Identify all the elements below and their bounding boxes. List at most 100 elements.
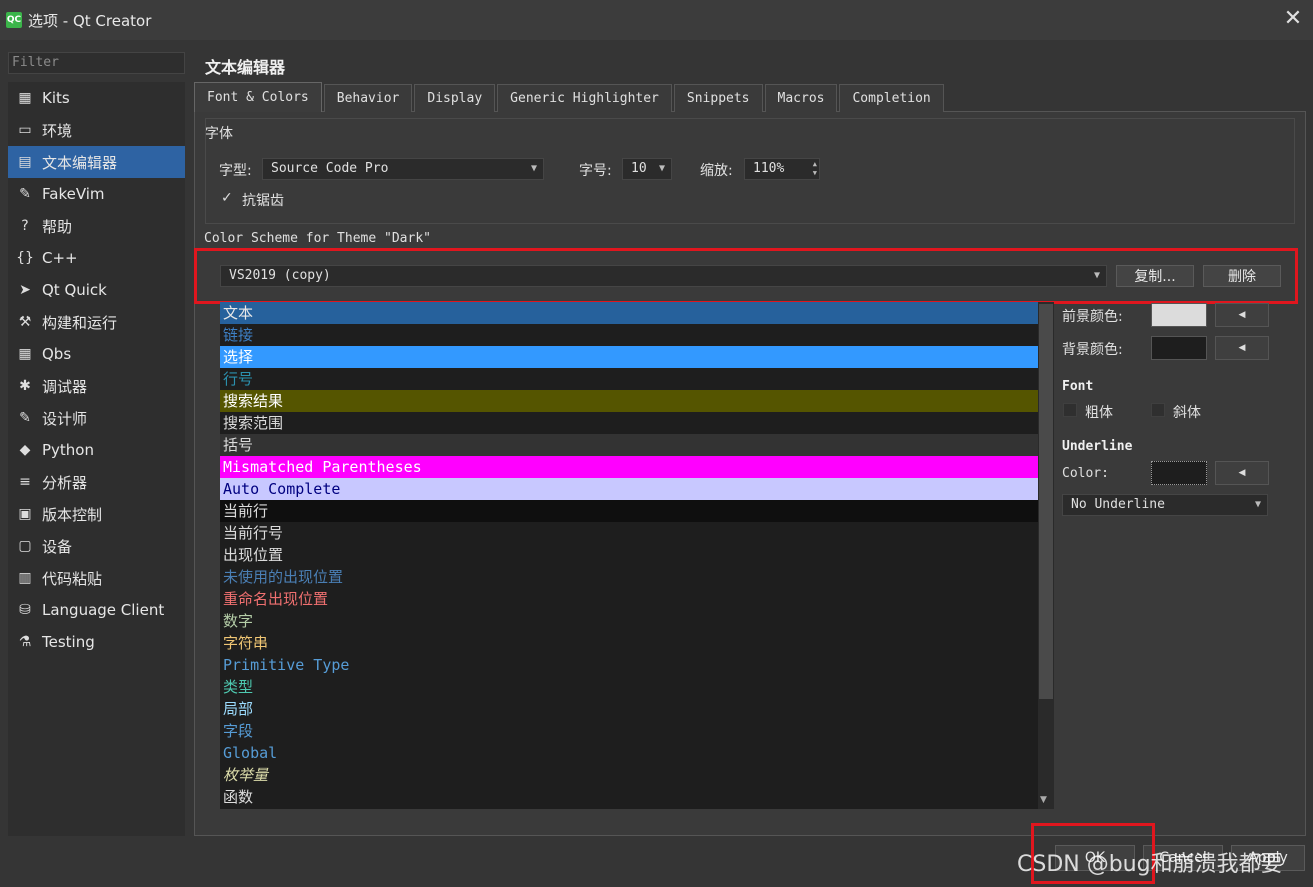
font-size-combo[interactable]: 10 ▼	[622, 158, 672, 180]
font-family-value: Source Code Pro	[271, 161, 389, 176]
fakevim-icon: ✎	[19, 186, 31, 202]
color-item-row[interactable]: Mismatched Parentheses	[220, 456, 1038, 478]
sidebar-item[interactable]: ▤ 文本编辑器	[8, 146, 185, 178]
antialias-checkbox[interactable]: ✓	[221, 190, 233, 206]
color-item-row[interactable]: 文本	[220, 302, 1038, 324]
version-control-icon: ▣	[18, 506, 32, 522]
text-editor-icon: ▤	[18, 154, 32, 170]
scroll-down-icon[interactable]: ▼	[1040, 795, 1047, 805]
color-item-row[interactable]: 枚举量	[220, 764, 1038, 786]
sidebar-item-label: 环境	[42, 121, 73, 140]
sidebar-item[interactable]: ▦ Qbs	[8, 338, 185, 370]
color-item-row[interactable]: 字段	[220, 720, 1038, 742]
color-item-row[interactable]: 行号	[220, 368, 1038, 390]
font-family-label: 字型:	[219, 163, 252, 179]
font-size-value: 10	[631, 161, 647, 176]
tab[interactable]: Macros	[764, 84, 838, 112]
chevron-down-icon: ▼	[658, 163, 665, 174]
color-item-row[interactable]: 链接	[220, 324, 1038, 346]
arrow-left-icon: ◀	[1238, 468, 1246, 478]
color-item-row[interactable]: Auto Complete	[220, 478, 1038, 500]
color-list-scrollbar[interactable]: ▼	[1038, 302, 1054, 809]
bold-label: 粗体	[1085, 405, 1113, 421]
antialias-label: 抗锯齿	[242, 193, 284, 209]
monitor-icon: ▭	[18, 122, 32, 138]
color-item-row[interactable]: 当前行号	[220, 522, 1038, 544]
sidebar-item[interactable]: ◆ Python	[8, 434, 185, 466]
hammer-icon: ⚒	[18, 314, 32, 330]
background-color-swatch[interactable]	[1151, 336, 1207, 360]
italic-checkbox[interactable]	[1151, 403, 1165, 417]
sidebar-item-label: Testing	[42, 633, 95, 651]
color-item-row[interactable]: 搜索范围	[220, 412, 1038, 434]
sidebar-item[interactable]: ▣ 版本控制	[8, 498, 185, 530]
color-item-row[interactable]: 搜索结果	[220, 390, 1038, 412]
underline-style-combo[interactable]: No Underline ▼	[1062, 494, 1268, 516]
color-item-row[interactable]: 重命名出现位置	[220, 588, 1038, 610]
sidebar-item-label: 版本控制	[42, 505, 103, 524]
underline-color-swatch[interactable]	[1151, 461, 1207, 485]
scrollbar-thumb[interactable]	[1039, 304, 1053, 699]
chevron-down-icon: ▼	[530, 163, 537, 174]
sidebar-item[interactable]: ✎ 设计师	[8, 402, 185, 434]
color-item-row[interactable]: 类型	[220, 676, 1038, 698]
tab[interactable]: Generic Highlighter	[497, 84, 672, 112]
sidebar-item[interactable]: ▥ 代码粘贴	[8, 562, 185, 594]
color-item-row[interactable]: Primitive Type	[220, 654, 1038, 676]
spin-arrows-icon[interactable]: ▲ ▼	[813, 160, 817, 178]
arrow-left-icon: ◀	[1238, 343, 1246, 353]
sidebar-item[interactable]: ✱ 调试器	[8, 370, 185, 402]
tab[interactable]: Display	[414, 84, 496, 112]
bold-checkbox[interactable]	[1063, 403, 1077, 417]
sidebar-item-label: FakeVim	[42, 185, 105, 203]
sidebar-item-label: 构建和运行	[42, 313, 118, 332]
color-item-row[interactable]: 选择	[220, 346, 1038, 368]
sidebar-item-label: 分析器	[42, 473, 88, 492]
pencil-icon: ✎	[19, 410, 31, 426]
tab[interactable]: Snippets	[673, 84, 763, 112]
language-client-icon: ⛁	[19, 602, 31, 618]
foreground-color-swatch[interactable]	[1151, 303, 1207, 327]
color-item-row[interactable]: Global	[220, 742, 1038, 764]
color-item-row[interactable]: 括号	[220, 434, 1038, 456]
sidebar-item[interactable]: ⚒ 构建和运行	[8, 306, 185, 338]
filter-input[interactable]: Filter	[8, 52, 185, 74]
sidebar-item[interactable]: ▦ Kits	[8, 82, 185, 114]
zoom-spinbox[interactable]: 110% ▲ ▼	[744, 158, 820, 180]
sidebar-item[interactable]: ▢ 设备	[8, 530, 185, 562]
sidebar-item-label: 调试器	[42, 377, 88, 396]
background-reset-button[interactable]: ◀	[1215, 336, 1269, 360]
tab[interactable]: Completion	[839, 84, 944, 112]
foreground-reset-button[interactable]: ◀	[1215, 303, 1269, 327]
color-item-row[interactable]: 字符串	[220, 632, 1038, 654]
color-item-row[interactable]: 函数	[220, 786, 1038, 808]
sidebar-item[interactable]: ⛁ Language Client	[8, 594, 185, 626]
sidebar-item[interactable]: ➤ Qt Quick	[8, 274, 185, 306]
font-group-label: 字体	[205, 126, 233, 142]
color-item-row[interactable]: 出现位置	[220, 544, 1038, 566]
sidebar-item[interactable]: {} C++	[8, 242, 185, 274]
sidebar-item[interactable]: ⚗ Testing	[8, 626, 185, 658]
page-title: 文本编辑器	[205, 58, 286, 77]
sidebar-item[interactable]: ≡ 分析器	[8, 466, 185, 498]
font-family-combo[interactable]: Source Code Pro ▼	[262, 158, 544, 180]
color-item-row[interactable]: 局部	[220, 698, 1038, 720]
color-item-row[interactable]: 数字	[220, 610, 1038, 632]
sidebar-item-label: Python	[42, 441, 94, 459]
sidebar-item[interactable]: ? 帮助	[8, 210, 185, 242]
sidebar-item-label: Language Client	[42, 601, 165, 619]
sidebar-item-label: 帮助	[42, 217, 73, 236]
sidebar-item-label: C++	[42, 249, 78, 267]
color-item-row[interactable]: 当前行	[220, 500, 1038, 522]
color-item-list[interactable]: 文本 链接 选择 行号 搜索结果 搜索范围 括号 Mismatched Parentheses…	[220, 302, 1038, 809]
tab[interactable]: Behavior	[323, 84, 413, 112]
font-size-label: 字号:	[579, 163, 612, 179]
close-icon[interactable]: ✕	[1281, 8, 1305, 32]
sidebar-item[interactable]: ✎ FakeVim	[8, 178, 185, 210]
sidebar-item[interactable]: ▭ 环境	[8, 114, 185, 146]
title-bar: QC 选项 - Qt Creator ✕	[0, 0, 1313, 40]
zoom-label: 缩放:	[700, 163, 733, 179]
underline-color-reset-button[interactable]: ◀	[1215, 461, 1269, 485]
tab[interactable]: Font & Colors	[194, 82, 322, 112]
color-item-row[interactable]: 未使用的出现位置	[220, 566, 1038, 588]
